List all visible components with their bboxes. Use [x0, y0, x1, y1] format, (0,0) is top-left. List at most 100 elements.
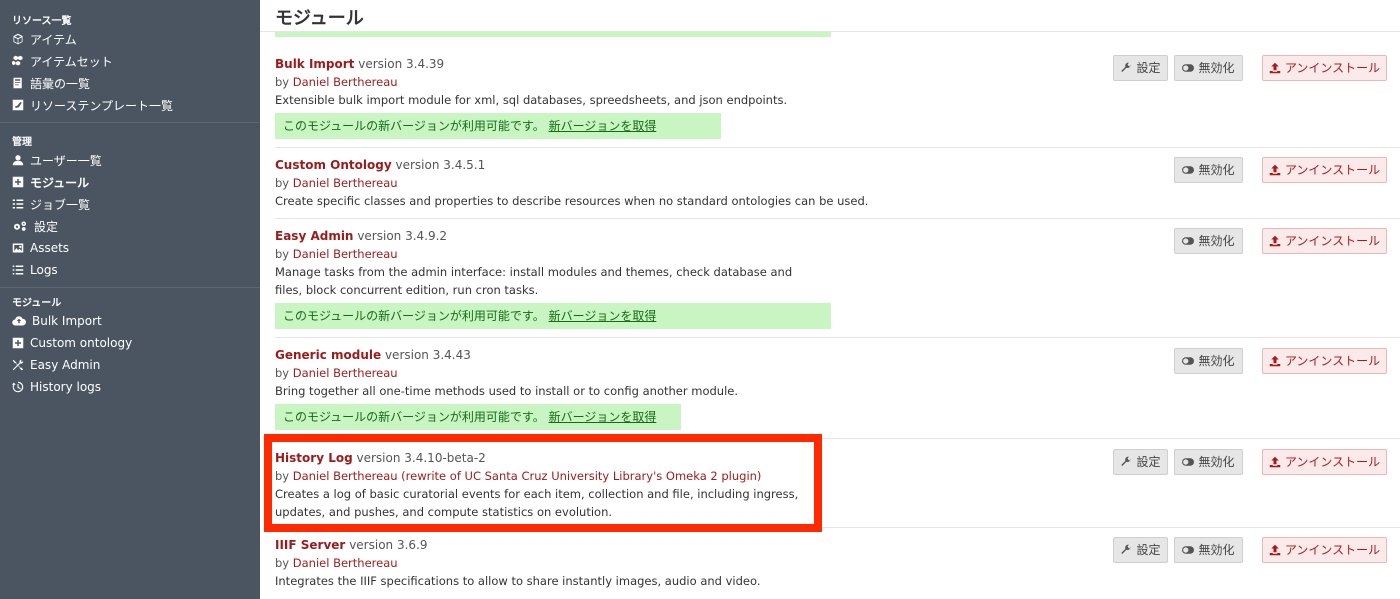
update-notice: このモジュールの新バージョンが利用可能です。 新バージョンを取得	[275, 303, 831, 329]
update-notice: このモジュールの新バージョンが利用可能です。 新バージョンを取得	[275, 113, 721, 139]
module-description: Bring together all one-time methods used…	[275, 384, 739, 398]
disable-label: 無効化	[1198, 455, 1235, 469]
disable-button[interactable]: 無効化	[1174, 228, 1243, 254]
book-icon	[12, 77, 24, 89]
sidebar-item-resource-templates[interactable]: リソーステンプレート一覧	[0, 94, 260, 116]
sidebar-item-label: ユーザー一覧	[30, 153, 102, 168]
update-notice-partial	[275, 32, 831, 37]
disable-label: 無効化	[1198, 543, 1235, 557]
disable-button[interactable]: 無効化	[1174, 449, 1243, 475]
uninstall-label: アンインストール	[1284, 455, 1381, 469]
module-author: by Daniel Berthereau	[275, 73, 398, 91]
sidebar-item-history-logs[interactable]: History logs	[0, 376, 260, 398]
disable-button[interactable]: 無効化	[1174, 537, 1243, 563]
sidebar-item-label: Assets	[30, 241, 70, 255]
by-label: by	[275, 75, 290, 89]
sidebar-item-easy-admin[interactable]: Easy Admin	[0, 354, 260, 376]
get-new-version-link[interactable]: 新バージョンを取得	[549, 119, 657, 133]
sidebar-item-settings[interactable]: 設定	[0, 215, 260, 237]
module-author: by Daniel Berthereau	[275, 174, 398, 192]
sidebar-item-users[interactable]: ユーザー一覧	[0, 149, 260, 171]
sidebar-group-resources: リソース一覧 アイテム アイテムセット 語彙の一覧 リソーステンプレート一覧	[0, 0, 260, 123]
sidebar-item-modules[interactable]: モジュール	[0, 171, 260, 193]
module-description: Integrates the IIIF specifications to al…	[275, 574, 761, 588]
uninstall-button[interactable]: アンインストール	[1262, 157, 1387, 183]
uninstall-label: アンインストール	[1284, 163, 1381, 177]
by-label: by	[275, 247, 290, 261]
upload-icon	[1269, 164, 1281, 176]
uninstall-label: アンインストール	[1284, 234, 1381, 248]
module-name[interactable]: Bulk Import	[275, 57, 354, 71]
get-new-version-link[interactable]: 新バージョンを取得	[549, 309, 657, 323]
module-author: by Daniel Berthereau	[275, 554, 398, 572]
disable-label: 無効化	[1198, 234, 1235, 248]
uninstall-button[interactable]: アンインストール	[1262, 449, 1387, 475]
main-content: モジュール Bulk Import version 3.4.39 by Dani…	[260, 0, 1400, 599]
module-row-generic-module: Generic module version 3.4.43 by Daniel …	[275, 338, 1400, 439]
uninstall-button[interactable]: アンインストール	[1262, 537, 1387, 563]
plus-square-icon	[12, 337, 24, 349]
upload-icon	[1269, 62, 1281, 74]
plus-square-icon	[12, 176, 24, 188]
module-title: History Log version 3.4.10-beta-2	[275, 449, 486, 467]
module-row-easy-admin: Easy Admin version 3.4.9.2 by Daniel Ber…	[275, 219, 1400, 338]
uninstall-button[interactable]: アンインストール	[1262, 228, 1387, 254]
by-label: by	[275, 366, 290, 380]
module-version: version 3.4.5.1	[395, 158, 486, 172]
disable-button[interactable]: 無効化	[1174, 157, 1243, 183]
disable-button[interactable]: 無効化	[1174, 348, 1243, 374]
module-name[interactable]: Custom Ontology	[275, 158, 392, 172]
by-label: by	[275, 176, 290, 190]
sidebar-item-vocabularies[interactable]: 語彙の一覧	[0, 72, 260, 94]
uninstall-label: アンインストール	[1284, 354, 1381, 368]
sidebar-item-assets[interactable]: Assets	[0, 237, 260, 259]
author-link[interactable]: Daniel Berthereau	[293, 176, 398, 190]
upload-icon	[1269, 544, 1281, 556]
get-new-version-link[interactable]: 新バージョンを取得	[549, 410, 657, 424]
disable-button[interactable]: 無効化	[1174, 55, 1243, 81]
disable-label: 無効化	[1198, 163, 1235, 177]
module-name[interactable]: Easy Admin	[275, 229, 353, 243]
sidebar-item-label: Easy Admin	[30, 358, 101, 372]
module-row-iiif-server: IIIF Server version 3.6.9 by Daniel Bert…	[275, 528, 1400, 599]
sidebar-heading-admin: 管理	[12, 137, 32, 148]
settings-button[interactable]: 設定	[1113, 449, 1168, 475]
settings-button[interactable]: 設定	[1113, 537, 1168, 563]
toggle-off-icon	[1182, 166, 1195, 174]
author-link[interactable]: Daniel Berthereau	[293, 556, 398, 570]
sidebar-heading-resources: リソース一覧	[12, 16, 72, 27]
sidebar-item-custom-ontology[interactable]: Custom ontology	[0, 332, 260, 354]
author-link[interactable]: Daniel Berthereau	[293, 366, 398, 380]
module-name[interactable]: History Log	[275, 451, 353, 465]
sidebar-item-label: ジョブ一覧	[30, 197, 91, 212]
upload-icon	[1269, 235, 1281, 247]
sidebar-item-jobs[interactable]: ジョブ一覧	[0, 193, 260, 215]
cloud-upload-icon	[12, 315, 26, 327]
module-author: by Daniel Berthereau	[275, 245, 398, 263]
settings-button[interactable]: 設定	[1113, 55, 1168, 81]
sidebar-item-item-sets[interactable]: アイテムセット	[0, 50, 260, 72]
toggle-off-icon	[1182, 458, 1195, 466]
cube-icon	[12, 33, 24, 45]
disable-label: 無効化	[1198, 61, 1235, 75]
module-name[interactable]: Generic module	[275, 348, 381, 362]
sidebar-item-bulk-import[interactable]: Bulk Import	[0, 310, 260, 332]
tools-icon	[12, 359, 24, 371]
sidebar-item-items[interactable]: アイテム	[0, 28, 260, 50]
author-link[interactable]: Daniel Berthereau (rewrite of UC Santa C…	[293, 469, 762, 483]
upload-icon	[1269, 456, 1281, 468]
module-name[interactable]: IIIF Server	[275, 538, 345, 552]
module-version: version 3.4.39	[358, 57, 445, 71]
settings-label: 設定	[1136, 543, 1161, 557]
template-icon	[12, 99, 24, 111]
author-link[interactable]: Daniel Berthereau	[293, 75, 398, 89]
disable-label: 無効化	[1198, 354, 1235, 368]
sidebar-item-logs[interactable]: Logs	[0, 259, 260, 281]
uninstall-button[interactable]: アンインストール	[1262, 348, 1387, 374]
module-description: Manage tasks from the admin interface: i…	[275, 265, 793, 297]
module-title: Easy Admin version 3.4.9.2	[275, 227, 447, 245]
uninstall-button[interactable]: アンインストール	[1262, 55, 1387, 81]
author-link[interactable]: Daniel Berthereau	[293, 247, 398, 261]
wrench-icon	[1121, 62, 1132, 72]
user-icon	[12, 154, 24, 166]
